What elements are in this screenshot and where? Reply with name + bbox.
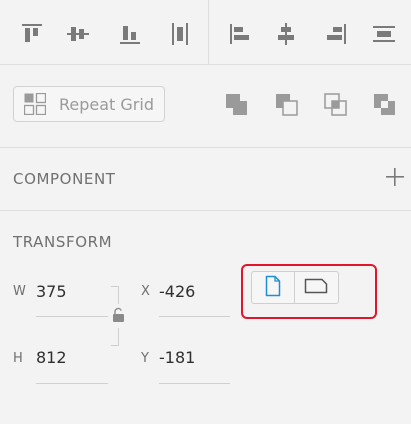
align-right-icon[interactable] bbox=[322, 20, 350, 48]
y-label: Y bbox=[141, 351, 149, 366]
property-inspector: Repeat Grid COMPONENT TRANSFORM W 375 X … bbox=[0, 0, 411, 424]
boolean-add-icon[interactable] bbox=[224, 92, 252, 120]
align-top-icon[interactable] bbox=[18, 20, 46, 48]
x-underline bbox=[159, 316, 230, 317]
lock-connector-bottom-v bbox=[118, 328, 119, 346]
transform-title: TRANSFORM bbox=[13, 233, 113, 251]
boolean-intersect-icon[interactable] bbox=[323, 92, 351, 120]
boolean-exclude-icon[interactable] bbox=[372, 92, 400, 120]
x-field[interactable]: -426 bbox=[159, 282, 195, 301]
portrait-button[interactable] bbox=[252, 272, 294, 303]
repeat-grid-label: Repeat Grid bbox=[59, 94, 154, 114]
height-field[interactable]: 812 bbox=[36, 348, 67, 367]
width-underline bbox=[36, 316, 108, 317]
portrait-icon bbox=[265, 275, 281, 301]
width-field[interactable]: 375 bbox=[36, 282, 67, 301]
x-label: X bbox=[141, 284, 150, 299]
repeat-grid-row: Repeat Grid bbox=[0, 65, 411, 148]
align-middle-icon[interactable] bbox=[64, 20, 92, 48]
y-underline bbox=[159, 383, 230, 384]
toolbar-divider bbox=[208, 0, 209, 64]
lock-connector-top-v bbox=[118, 286, 119, 304]
unlock-icon[interactable] bbox=[112, 307, 125, 327]
component-title: COMPONENT bbox=[13, 170, 116, 188]
orientation-toggle bbox=[251, 271, 339, 304]
distribute-horizontal-icon[interactable] bbox=[370, 20, 398, 48]
align-center-icon[interactable] bbox=[272, 20, 300, 48]
align-toolbar bbox=[0, 0, 411, 65]
landscape-icon bbox=[304, 278, 328, 298]
boolean-subtract-icon[interactable] bbox=[274, 92, 302, 120]
width-label: W bbox=[13, 284, 26, 299]
distribute-vertical-icon[interactable] bbox=[166, 20, 194, 48]
height-label: H bbox=[13, 351, 23, 366]
component-section: COMPONENT bbox=[0, 148, 411, 211]
transform-section: TRANSFORM W 375 X -426 H 812 Y -181 bbox=[0, 211, 411, 424]
align-left-icon[interactable] bbox=[226, 20, 254, 48]
repeat-grid-icon bbox=[23, 92, 47, 116]
lock-connector-bottom bbox=[111, 345, 119, 346]
landscape-button[interactable] bbox=[295, 272, 337, 303]
y-field[interactable]: -181 bbox=[159, 348, 195, 367]
repeat-grid-button[interactable]: Repeat Grid bbox=[13, 86, 165, 122]
height-underline bbox=[36, 383, 108, 384]
add-component-icon[interactable] bbox=[383, 165, 407, 189]
align-bottom-icon[interactable] bbox=[116, 20, 144, 48]
